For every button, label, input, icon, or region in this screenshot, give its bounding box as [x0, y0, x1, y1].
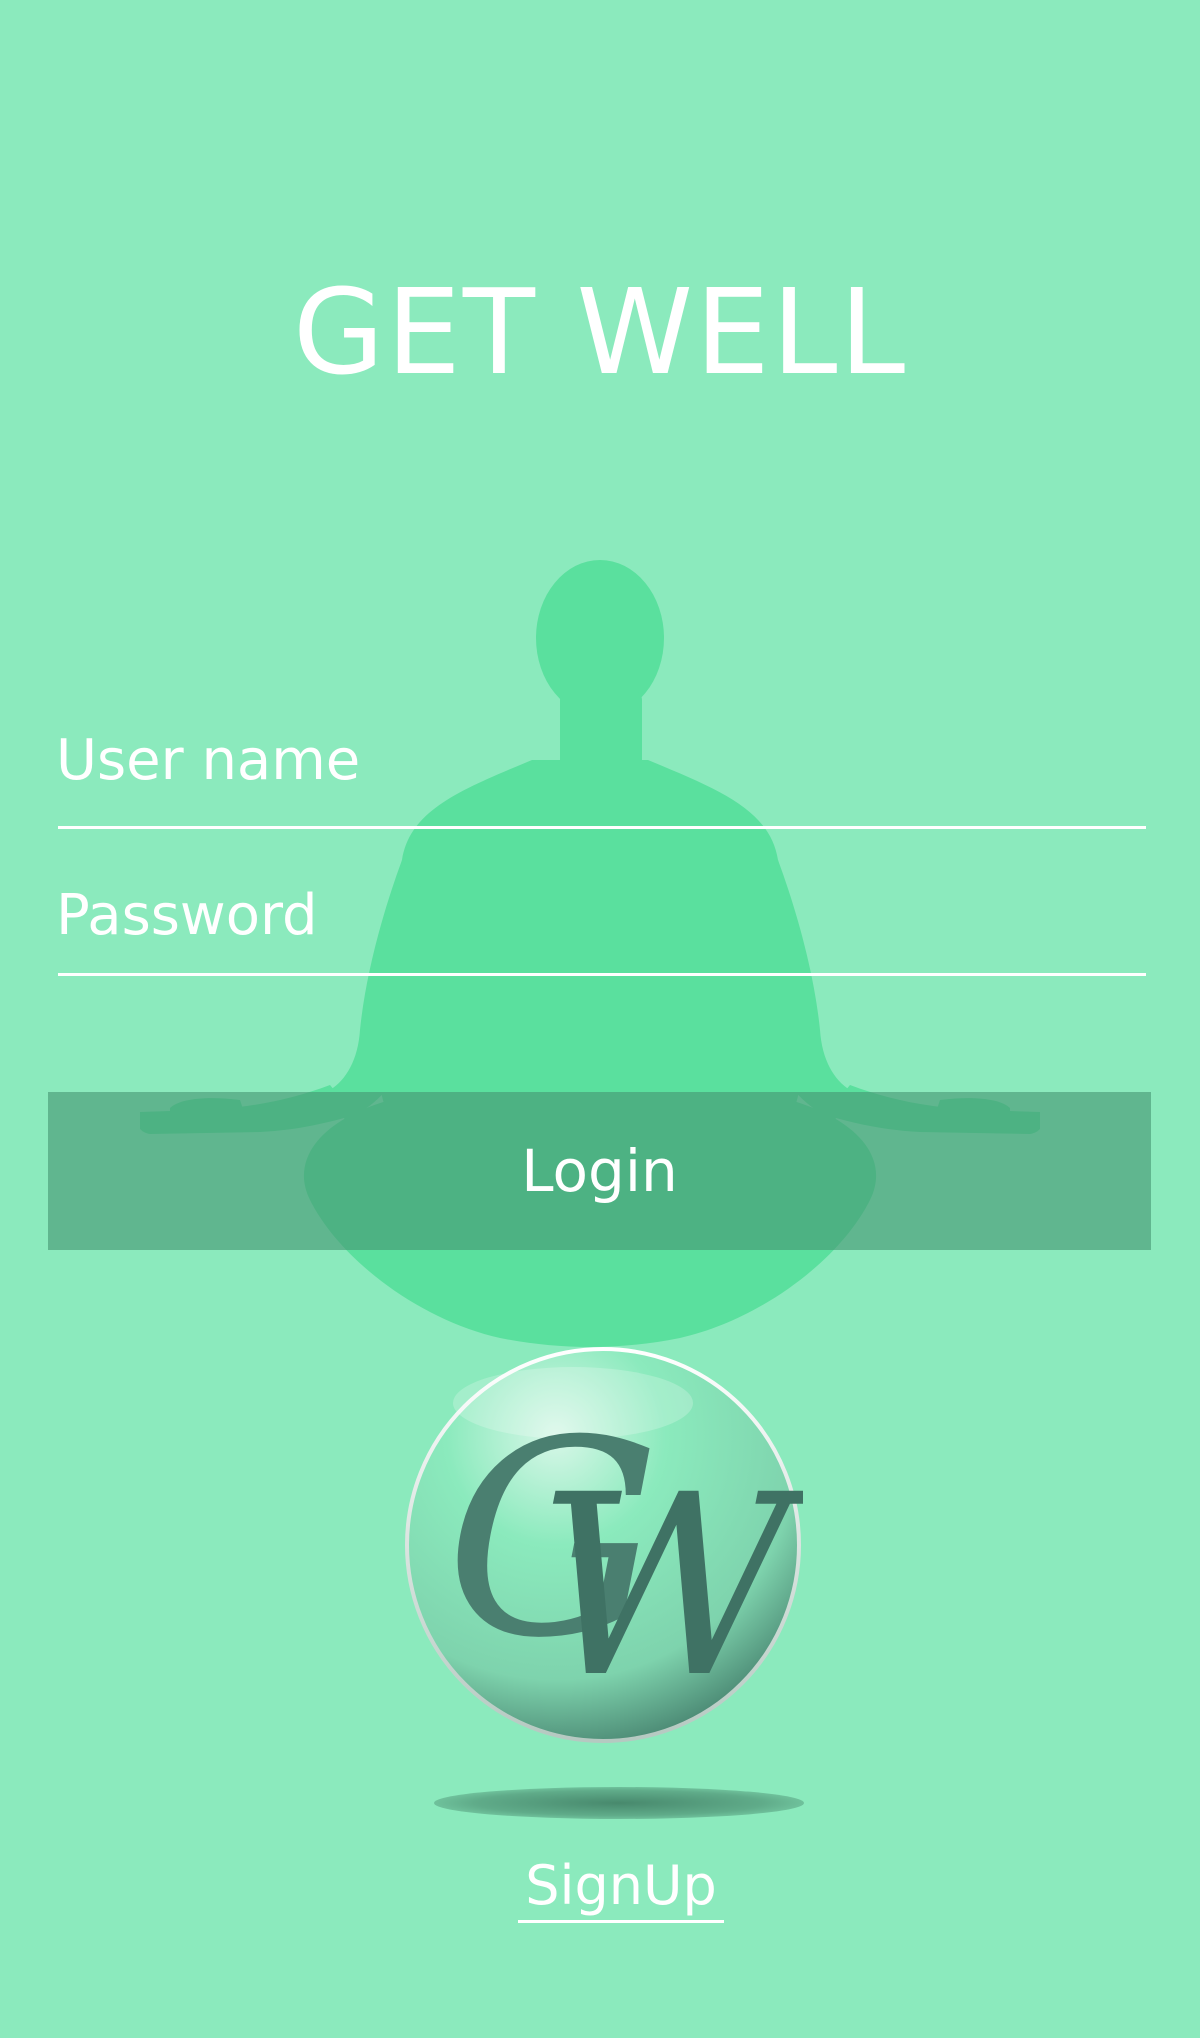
login-button[interactable]: Login — [48, 1092, 1151, 1250]
username-field — [56, 710, 1146, 830]
password-field — [56, 865, 1146, 985]
signup-link[interactable]: SignUp — [518, 1850, 724, 1930]
signup-underline — [518, 1920, 724, 1923]
password-input[interactable] — [56, 865, 1146, 965]
app-title: GET WELL — [292, 263, 908, 401]
password-underline — [58, 973, 1146, 976]
gw-logo-icon: G W — [405, 1347, 803, 1743]
username-underline — [58, 826, 1146, 829]
username-input[interactable] — [56, 710, 1146, 810]
logo-shadow — [434, 1787, 804, 1819]
login-screen: GET WELL Login — [0, 0, 1200, 2038]
logo-letter-w: W — [537, 1441, 803, 1732]
